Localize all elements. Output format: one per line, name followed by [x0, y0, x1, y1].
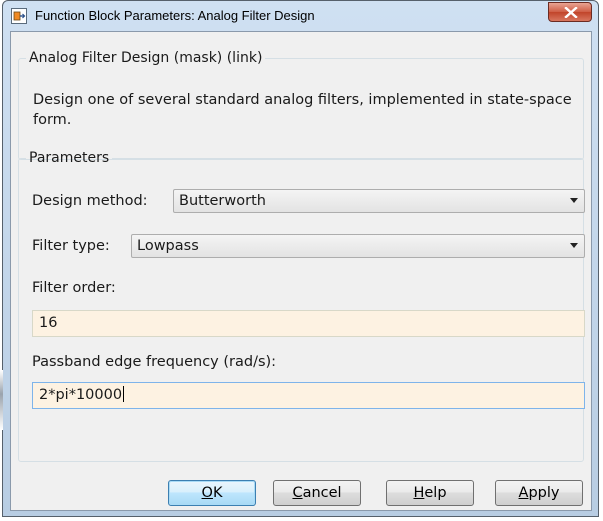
ok-mnemonic: O	[201, 485, 213, 501]
ok-button[interactable]: OK	[168, 480, 256, 506]
close-button[interactable]	[548, 2, 592, 22]
apply-mnemonic: A	[518, 485, 529, 501]
window-edge-shadow	[0, 370, 3, 430]
cancel-button[interactable]: Cancel	[273, 480, 361, 506]
cancel-label-rest: ancel	[302, 485, 342, 501]
design-method-value: Butterworth	[179, 193, 266, 209]
help-mnemonic: H	[413, 485, 425, 501]
dialog-window: Function Block Parameters: Analog Filter…	[2, 0, 599, 517]
block-description: Design one of several standard analog fi…	[33, 92, 572, 128]
filter-order-field[interactable]: 16	[32, 310, 585, 337]
filter-type-value: Lowpass	[137, 238, 199, 254]
passband-edge-value: 2*pi*10000	[39, 387, 123, 403]
apply-button[interactable]: Apply	[495, 480, 583, 506]
ok-label-rest: K	[212, 485, 223, 501]
parameters-legend: Parameters	[29, 150, 110, 166]
filter-order-value: 16	[39, 315, 58, 331]
dialog-client-area: Analog Filter Design (mask) (link) Desig…	[10, 31, 592, 511]
cancel-mnemonic: C	[292, 485, 303, 501]
help-button[interactable]: Help	[386, 480, 474, 506]
filter-order-label: Filter order:	[32, 280, 116, 296]
text-caret	[123, 386, 125, 402]
chevron-down-icon	[570, 243, 578, 248]
title-bar[interactable]: Function Block Parameters: Analog Filter…	[3, 1, 598, 31]
description-legend: Analog Filter Design (mask) (link)	[29, 50, 263, 66]
filter-type-label: Filter type:	[32, 238, 110, 254]
design-method-label: Design method:	[32, 193, 148, 209]
design-method-select[interactable]: Butterworth	[173, 189, 585, 213]
apply-label-rest: pply	[528, 485, 560, 501]
filter-type-select[interactable]: Lowpass	[131, 234, 585, 258]
passband-edge-field[interactable]: 2*pi*10000	[32, 382, 585, 409]
close-icon	[564, 7, 578, 18]
window-title: Function Block Parameters: Analog Filter…	[35, 8, 315, 23]
help-label-rest: elp	[424, 485, 447, 501]
simulink-block-icon	[11, 8, 27, 24]
passband-edge-label: Passband edge frequency (rad/s):	[32, 354, 277, 370]
chevron-down-icon	[570, 198, 578, 203]
